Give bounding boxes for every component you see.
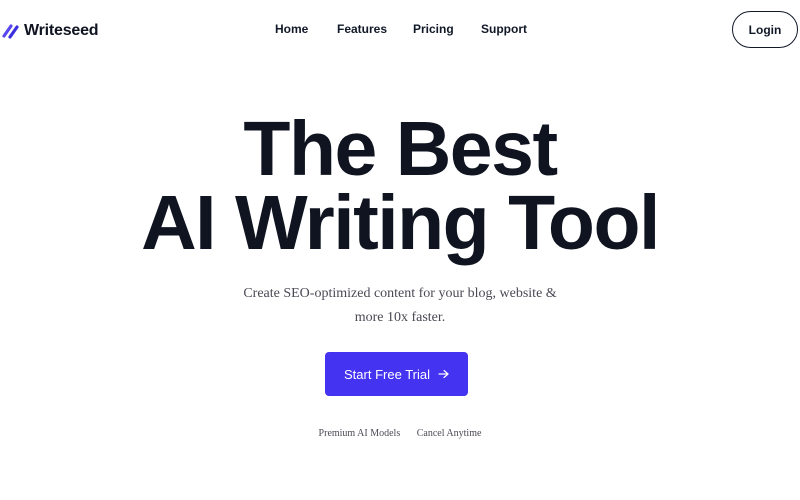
feature-list: Premium AI Models Cancel Anytime [0,428,800,439]
nav-link-support[interactable]: Support [481,22,527,36]
nav-link-features[interactable]: Features [337,22,387,36]
feature-item: Premium AI Models [318,428,401,439]
feature-item: Cancel Anytime [416,428,482,439]
cta-label: Start Free Trial [344,366,430,382]
hero-title: The Best AI Writing Tool [0,106,800,266]
login-button[interactable]: Login [732,11,798,48]
hero-title-line-1: The Best [243,106,558,192]
nav-link-pricing[interactable]: Pricing [413,22,454,36]
site-header: Writeseed Home Features Pricing Support … [0,0,800,60]
main-nav: Home Features Pricing Support [0,22,800,38]
start-free-trial-button[interactable]: Start Free Trial [325,352,468,396]
hero-title-line-2: AI Writing Tool [141,180,660,266]
nav-link-home[interactable]: Home [275,22,308,36]
hero-subtitle: Create SEO-optimized content for your bl… [243,286,557,325]
arrow-right-icon [438,369,449,379]
